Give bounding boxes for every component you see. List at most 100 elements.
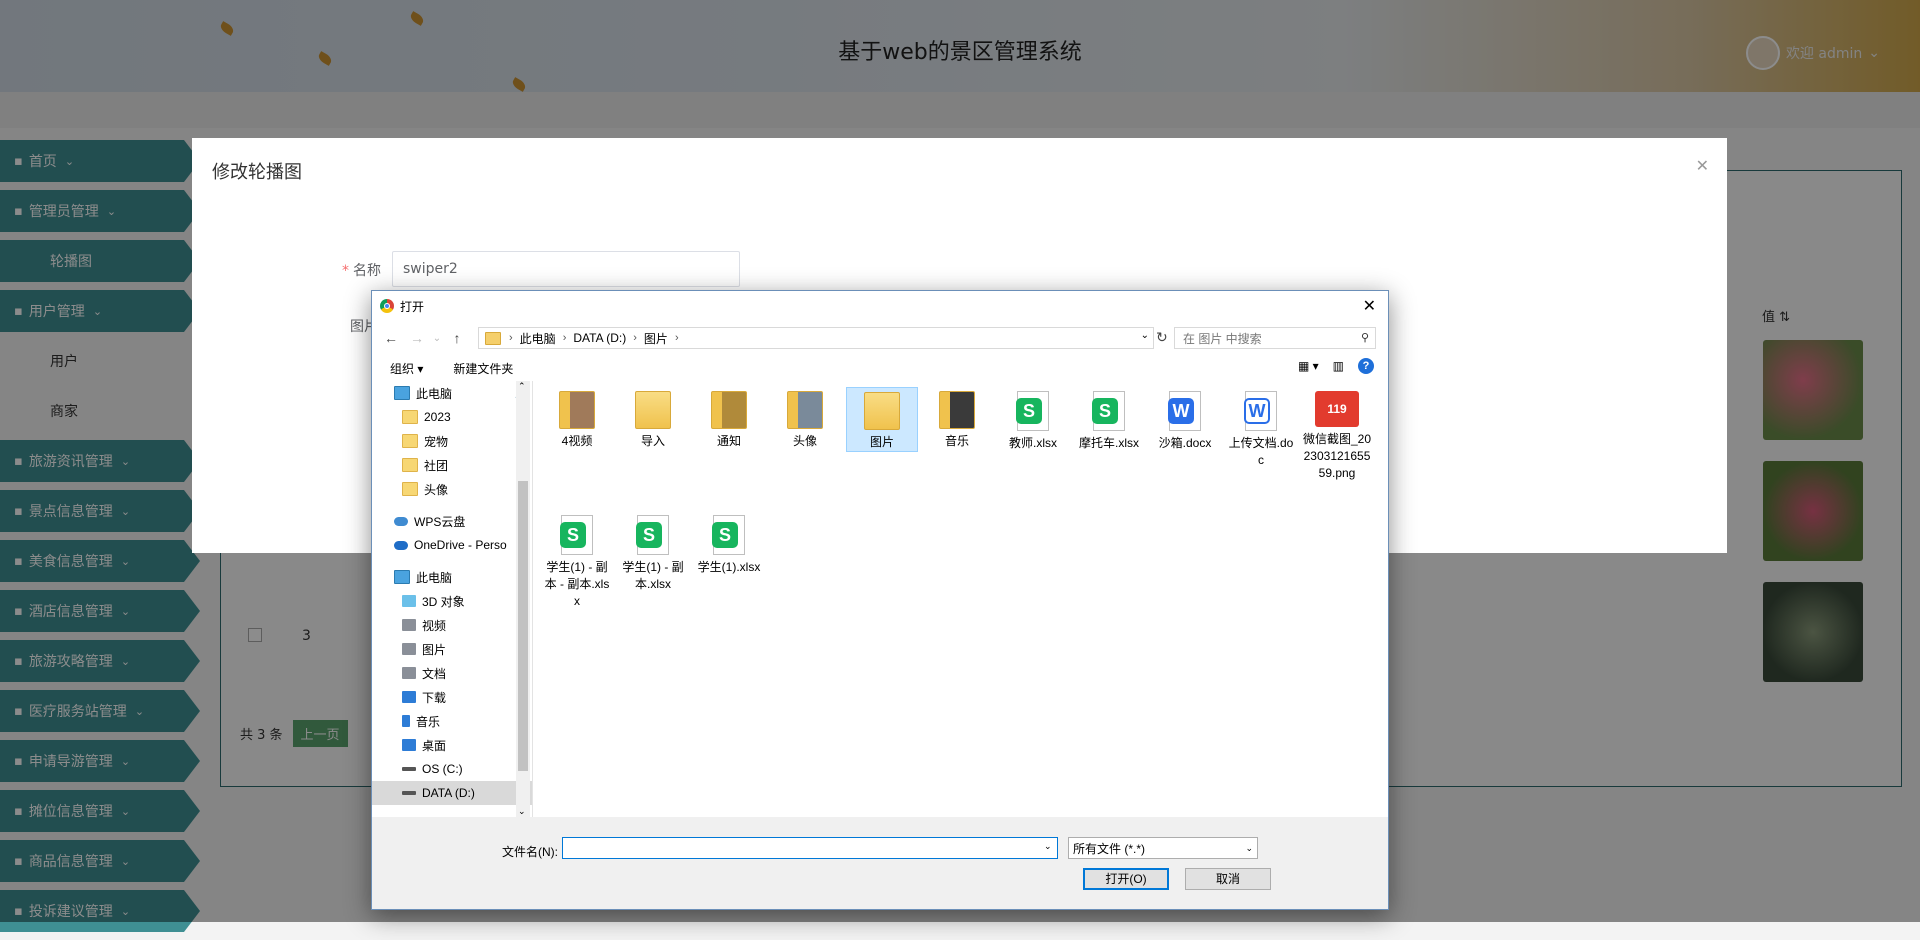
nav-tree-label: 宠物	[424, 434, 449, 449]
3d-icon	[402, 595, 416, 607]
nav-tree-item[interactable]: 桌面	[372, 733, 532, 757]
file-name: 教师.xlsx	[1008, 436, 1057, 450]
search-input[interactable]: 在 图片 中搜索 ⚲	[1174, 327, 1376, 349]
nav-tree-label: OneDrive - Perso	[414, 538, 507, 552]
spreadsheet-icon: S	[560, 515, 593, 555]
nav-tree-label: 3D 对象	[422, 594, 465, 609]
filename-label: 文件名(N):	[502, 845, 558, 859]
file-item[interactable]: 通知	[694, 387, 764, 450]
folder-icon	[635, 391, 671, 429]
file-open-dialog: 打开 ✕ ← → ⌄ ↑ › 此电脑 › DATA (D:) › 图片 › ⌄ …	[371, 290, 1389, 910]
file-name: 学生(1) - 副本 - 副本.xlsx	[544, 560, 610, 608]
nav-tree-item[interactable]: 视频	[372, 613, 532, 637]
nav-tree-item[interactable]: 头像	[372, 477, 532, 501]
file-name: 音乐	[944, 434, 969, 448]
address-bar[interactable]: › 此电脑 › DATA (D:) › 图片 › ⌄	[478, 327, 1154, 349]
spreadsheet-icon: S	[1092, 391, 1125, 431]
scroll-thumb[interactable]	[518, 481, 528, 771]
dialog-toolbar: 组织 ▾ 新建文件夹 ▦ ▾ ▥ ?	[372, 355, 1388, 381]
nav-tree-item[interactable]: 文档	[372, 661, 532, 685]
file-item[interactable]: 119 微信截图_20230312165559.png	[1302, 387, 1372, 482]
dialog-footer: 文件名(N): ⌄ 所有文件 (*.*) ⌄ 打开(O) 取消	[372, 817, 1388, 909]
cancel-button[interactable]: 取消	[1185, 868, 1271, 890]
nav-tree-label: 桌面	[422, 738, 447, 753]
refresh-icon[interactable]: ↻	[1156, 329, 1168, 346]
scroll-down-icon[interactable]: ⌄	[518, 806, 526, 817]
up-arrow-icon[interactable]: ↑	[444, 330, 470, 346]
folder-icon	[402, 458, 418, 472]
file-name: 头像	[792, 434, 817, 448]
nav-tree-item[interactable]: 社团	[372, 453, 532, 477]
file-type-select[interactable]: 所有文件 (*.*) ⌄	[1068, 837, 1258, 859]
breadcrumb-item[interactable]: 图片	[644, 330, 668, 347]
pc-icon	[394, 570, 410, 584]
nav-tree-item[interactable]: DATA (D:)	[372, 781, 532, 805]
drive-icon	[402, 767, 416, 771]
nav-tree-item[interactable]: 下载	[372, 685, 532, 709]
file-item[interactable]: 导入	[618, 387, 688, 450]
file-item[interactable]: 音乐	[922, 387, 992, 450]
document-icon: W	[1244, 391, 1277, 431]
help-icon[interactable]: ?	[1358, 358, 1374, 374]
nav-tree-item[interactable]: OS (C:)	[372, 757, 532, 781]
file-name: 微信截图_20230312165559.png	[1302, 432, 1372, 480]
close-icon[interactable]: ✕	[1363, 296, 1376, 316]
breadcrumb-item[interactable]: DATA (D:)	[573, 331, 626, 345]
nav-tree-item[interactable]: 此电脑📌	[372, 381, 532, 405]
music-icon	[402, 715, 410, 727]
file-item[interactable]: S 学生(1) - 副本.xlsx	[618, 511, 688, 593]
nav-tree-item[interactable]: 3D 对象	[372, 589, 532, 613]
file-item[interactable]: S 教师.xlsx	[998, 387, 1068, 452]
view-options-icon[interactable]: ▦ ▾	[1298, 359, 1319, 373]
organize-menu[interactable]: 组织 ▾	[390, 360, 423, 377]
preview-pane-icon[interactable]: ▥	[1333, 359, 1344, 373]
dl-icon	[402, 739, 416, 751]
file-item[interactable]: S 摩托车.xlsx	[1074, 387, 1144, 452]
name-input[interactable]: swiper2	[392, 251, 740, 287]
chevron-down-icon[interactable]: ⌄	[1044, 841, 1052, 852]
folder-icon	[864, 392, 900, 430]
open-button[interactable]: 打开(O)	[1083, 868, 1169, 890]
image-file-icon: 119	[1315, 391, 1359, 427]
close-icon[interactable]: ✕	[1696, 156, 1709, 175]
file-item[interactable]: S 学生(1).xlsx	[694, 511, 764, 576]
file-name: 学生(1) - 副本.xlsx	[622, 560, 684, 591]
dialog-titlebar: 打开 ✕	[372, 291, 1388, 321]
nav-tree-item[interactable]: OneDrive - Perso	[372, 533, 532, 557]
recent-chevron-icon[interactable]: ⌄	[430, 333, 444, 344]
dl-icon	[402, 691, 416, 703]
new-folder-button[interactable]: 新建文件夹	[453, 360, 513, 377]
chevron-down-icon: ⌄	[1245, 843, 1253, 853]
nav-tree-item[interactable]: 2023	[372, 405, 532, 429]
nav-tree-item[interactable]: 此电脑	[372, 565, 532, 589]
file-name: 导入	[640, 434, 665, 448]
back-arrow-icon[interactable]: ←	[378, 330, 404, 346]
gray-icon	[402, 643, 416, 655]
nav-tree-label: 视频	[422, 618, 447, 633]
file-item[interactable]: 4视频	[542, 387, 612, 450]
scroll-up-icon[interactable]: ⌃	[518, 381, 526, 392]
nav-tree-label: 图片	[422, 642, 447, 657]
tree-scrollbar[interactable]: ⌃ ⌄	[516, 381, 530, 817]
nav-tree-item[interactable]: 图片	[372, 637, 532, 661]
nav-tree-item[interactable]: WPS云盘	[372, 509, 532, 533]
file-name: 学生(1).xlsx	[697, 560, 761, 574]
file-item[interactable]: 头像	[770, 387, 840, 450]
spreadsheet-icon: S	[636, 515, 669, 555]
forward-arrow-icon[interactable]: →	[404, 330, 430, 346]
file-item[interactable]: W 上传文档.doc	[1226, 387, 1296, 469]
folder-icon	[485, 331, 501, 345]
file-name: 图片	[869, 435, 894, 449]
file-item[interactable]: W 沙箱.docx	[1150, 387, 1220, 452]
chevron-down-icon[interactable]: ⌄	[1141, 330, 1149, 341]
breadcrumb-item[interactable]: 此电脑	[520, 330, 556, 347]
filename-input[interactable]	[562, 837, 1058, 859]
chrome-icon	[380, 299, 394, 313]
nav-tree-item[interactable]: 宠物	[372, 429, 532, 453]
file-item[interactable]: S 学生(1) - 副本 - 副本.xlsx	[542, 511, 612, 610]
file-item[interactable]: 图片	[846, 387, 918, 452]
gray-icon	[402, 619, 416, 631]
nav-tree-item[interactable]: 音乐	[372, 709, 532, 733]
file-name: 沙箱.docx	[1158, 436, 1212, 450]
image-folder-icon	[939, 391, 975, 429]
